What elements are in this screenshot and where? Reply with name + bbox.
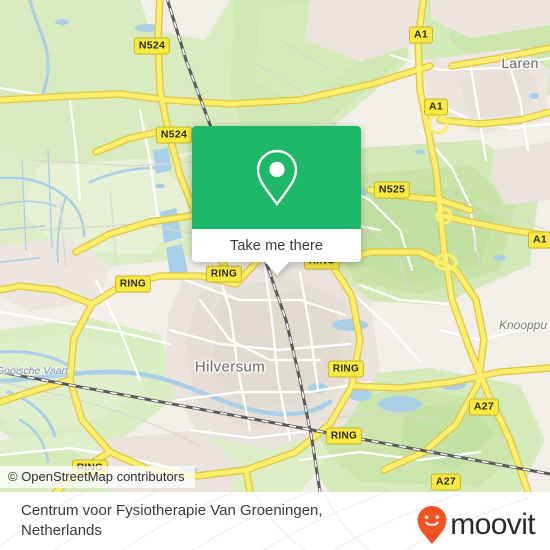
moovit-logo[interactable]: moovit (416, 505, 536, 545)
osm-attribution[interactable]: © OpenStreetMap contributors (0, 466, 195, 488)
map-canvas[interactable]: N524N524A1A1A1N525RINGRINGRINGRINGRINGRI… (0, 0, 550, 492)
place-title: Centrum voor Fysiotherapie Van Groeninge… (21, 501, 371, 541)
take-me-there-label: Take me there (229, 237, 324, 254)
moovit-map-page: N524N524A1A1A1N525RINGRINGRINGRINGRINGRI… (0, 0, 550, 550)
card-action-bar[interactable]: Take me there (192, 229, 361, 275)
map-place-label: Laren (501, 55, 539, 71)
map-place-label: Knooppu (498, 318, 548, 332)
location-pin-icon (256, 149, 297, 206)
map-place-label: Hilversum (194, 358, 266, 376)
place-title-line2: Netherlands (21, 522, 102, 539)
footer-bar: Centrum voor Fysiotherapie Van Groeninge… (0, 492, 550, 550)
place-title-line1: Centrum voor Fysiotherapie Van Groeninge… (21, 502, 323, 519)
moovit-wordmark: moovit (450, 508, 535, 541)
moovit-pin-icon (417, 506, 447, 544)
card-header (192, 126, 361, 229)
destination-popup-card[interactable]: Take me there (192, 126, 361, 275)
map-place-label: Gooische Vaart (0, 365, 68, 377)
card-pointer-tail (264, 262, 289, 275)
